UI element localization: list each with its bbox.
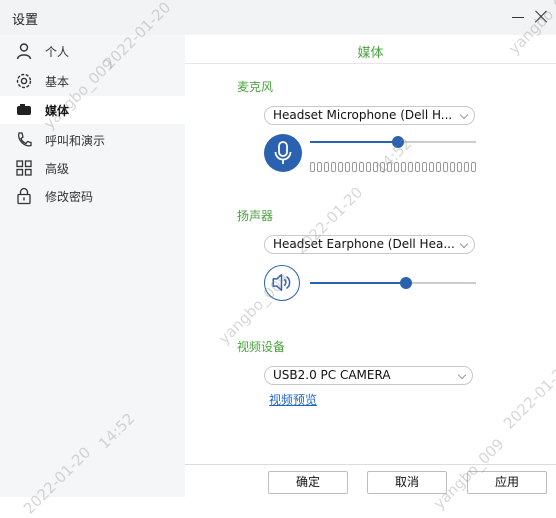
microphone-toggle-button[interactable] — [264, 134, 302, 172]
level-meter-segment — [359, 162, 364, 172]
microphone-volume-fill — [310, 141, 398, 143]
level-meter-segment — [443, 162, 448, 172]
microphone-label: 麦克风 — [237, 80, 274, 94]
microphone-volume-thumb[interactable] — [392, 136, 404, 148]
microphone-icon — [274, 141, 292, 164]
level-meter-segment — [373, 162, 378, 172]
gear-icon — [16, 73, 32, 89]
sidebar-item-media[interactable]: 媒体 — [0, 96, 185, 124]
chevron-down-icon — [457, 370, 467, 380]
level-meter-segment — [345, 162, 350, 172]
level-meter-segment — [408, 162, 413, 172]
sidebar-item-label: 基本 — [45, 75, 70, 89]
level-meter-segment — [422, 162, 427, 172]
microphone-device-value: Headset Microphone (Dell H... — [273, 108, 453, 122]
lock-icon — [17, 187, 31, 205]
level-meter-segment — [310, 162, 315, 172]
microphone-volume-slider[interactable] — [310, 136, 476, 148]
level-meter-segment — [471, 162, 476, 172]
sidebar-item-basic[interactable]: 基本 — [0, 67, 185, 95]
sidebar: 个人 基本 媒体 呼叫和演示 高级 修改密码 — [0, 35, 185, 497]
grid-icon — [16, 160, 32, 176]
window-title: 设置 — [12, 13, 39, 28]
level-meter-segment — [331, 162, 336, 172]
level-meter-segment — [352, 162, 357, 172]
ok-button[interactable]: 确定 — [268, 471, 348, 494]
speaker-device-value: Headset Earphone (Dell Hea... — [273, 237, 455, 251]
microphone-level-meter — [310, 162, 480, 173]
level-meter-segment — [464, 162, 469, 172]
section-header: 媒体 — [185, 35, 556, 64]
media-icon — [17, 104, 31, 115]
minimize-icon[interactable] — [509, 8, 527, 26]
chevron-down-icon — [459, 239, 469, 249]
level-meter-segment — [317, 162, 322, 172]
phone-icon — [18, 132, 32, 147]
level-meter-segment — [380, 162, 385, 172]
video-device-value: USB2.0 PC CAMERA — [273, 368, 391, 382]
level-meter-segment — [450, 162, 455, 172]
speaker-volume-fill — [310, 282, 406, 284]
level-meter-segment — [366, 162, 371, 172]
footer-divider — [185, 464, 556, 465]
sidebar-item-advanced[interactable]: 高级 — [0, 154, 185, 182]
level-meter-segment — [387, 162, 392, 172]
speaker-icon — [272, 273, 291, 292]
sidebar-item-label: 高级 — [45, 162, 70, 176]
speaker-volume-thumb[interactable] — [400, 277, 412, 289]
person-icon — [16, 43, 32, 60]
apply-button[interactable]: 应用 — [467, 471, 547, 494]
level-meter-segment — [415, 162, 420, 172]
level-meter-segment — [338, 162, 343, 172]
level-meter-segment — [436, 162, 441, 172]
speaker-volume-slider[interactable] — [310, 277, 476, 289]
level-meter-segment — [457, 162, 462, 172]
microphone-select[interactable]: Headset Microphone (Dell H... — [264, 106, 475, 125]
video-preview-link[interactable]: 视频预览 — [269, 391, 317, 408]
speaker-select[interactable]: Headset Earphone (Dell Hea... — [264, 235, 475, 254]
level-meter-segment — [429, 162, 434, 172]
sidebar-item-change-password[interactable]: 修改密码 — [0, 182, 185, 210]
level-meter-segment — [394, 162, 399, 172]
sidebar-item-personal[interactable]: 个人 — [0, 37, 185, 65]
sidebar-item-label: 修改密码 — [45, 190, 94, 204]
video-device-select[interactable]: USB2.0 PC CAMERA — [264, 366, 473, 385]
title-bar: 设置 — [0, 0, 556, 35]
chevron-down-icon — [459, 110, 469, 120]
page-title: 媒体 — [357, 46, 384, 61]
sidebar-item-call-presentation[interactable]: 呼叫和演示 — [0, 126, 185, 154]
watermark-text: 2022-01-20 — [500, 358, 556, 433]
speaker-toggle-button[interactable] — [264, 265, 300, 301]
close-icon[interactable] — [532, 8, 550, 26]
level-meter-segment — [324, 162, 329, 172]
sidebar-item-label: 媒体 — [45, 104, 70, 118]
level-meter-segment — [401, 162, 406, 172]
sidebar-item-label: 个人 — [45, 45, 70, 59]
speaker-label: 扬声器 — [237, 209, 274, 223]
sidebar-item-label: 呼叫和演示 — [45, 134, 106, 148]
video-device-label: 视频设备 — [237, 340, 286, 354]
cancel-button[interactable]: 取消 — [367, 471, 447, 494]
